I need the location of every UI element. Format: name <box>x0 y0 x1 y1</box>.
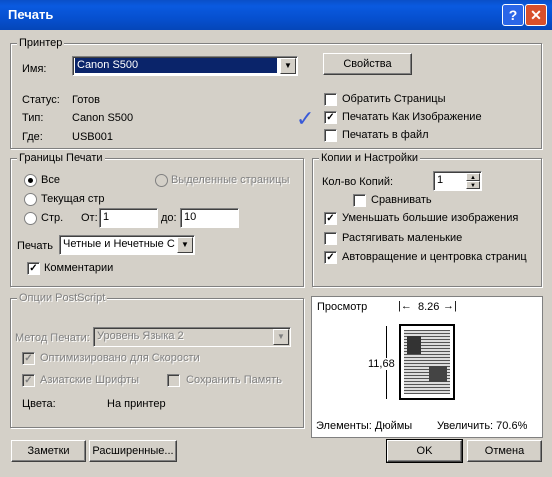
close-button[interactable]: ✕ <box>525 4 547 26</box>
preview-label: Просмотр <box>317 301 368 313</box>
copies-count-value: 1 <box>437 174 444 186</box>
range-current-radio[interactable] <box>24 193 37 206</box>
printer-name-label: Имя: <box>22 63 47 75</box>
status-value: Готов <box>72 94 100 106</box>
chevron-down-icon[interactable]: ▼ <box>177 237 193 253</box>
from-input[interactable]: 1 <box>99 208 158 228</box>
range-current-label: Текущая стр <box>41 193 105 205</box>
range-all-label: Все <box>41 174 60 186</box>
range-pages-radio[interactable] <box>24 212 37 225</box>
notes-button[interactable]: Заметки <box>11 440 86 462</box>
expand-small-label: Растягивать маленькие <box>342 232 463 244</box>
ok-button[interactable]: OK <box>386 439 463 463</box>
checkmark-annotation-icon: ✓ <box>296 106 315 131</box>
print-dialog: Печать ? ✕ Принтер Имя: Canon S500 ▼ Сво… <box>0 0 552 477</box>
auto-rotate-label: Автовращение и центровка страниц <box>342 251 527 263</box>
print-as-image-checkbox[interactable]: ✓ <box>324 111 337 124</box>
title-bar: Печать ? ✕ <box>0 0 552 30</box>
window-title: Печать <box>8 7 54 22</box>
printer-group-label: Принтер <box>17 37 65 49</box>
to-label: до: <box>161 212 177 224</box>
copies-count-spinner[interactable]: 1 ▲ ▼ <box>433 171 482 191</box>
collate-label: Сравнивать <box>371 194 432 206</box>
printer-name-select[interactable]: Canon S500 ▼ <box>72 56 298 76</box>
spin-down-icon[interactable]: ▼ <box>466 181 480 189</box>
expand-small-checkbox[interactable] <box>324 232 337 245</box>
preview-width-value: 8.26 <box>418 301 440 313</box>
range-pages-label: Стр. <box>41 212 64 224</box>
page-preview-thumbnail <box>399 324 455 400</box>
save-memory-checkbox[interactable] <box>167 374 180 387</box>
print-to-file-label: Печатать в файл <box>342 129 429 141</box>
range-selection-radio[interactable] <box>155 174 168 187</box>
optimize-speed-label: Оптимизировано для Скорости <box>40 352 200 364</box>
print-method-value: Уровень Языка 2 <box>97 330 184 342</box>
optimize-speed-checkbox[interactable]: ✓ <box>22 352 35 365</box>
printer-name-value: Canon S500 <box>75 58 277 73</box>
from-label: От: <box>81 212 98 224</box>
range-all-radio[interactable] <box>24 174 37 187</box>
save-memory-label: Сохранить Память <box>186 374 283 386</box>
page-photo-image <box>407 336 421 354</box>
cancel-button[interactable]: Отмена <box>467 440 542 462</box>
print-subset-label: Печать <box>17 240 54 252</box>
spin-up-icon[interactable]: ▲ <box>466 173 480 181</box>
where-value: USB001 <box>72 131 113 143</box>
print-as-image-label: Печатать Как Изображение <box>342 111 482 123</box>
print-range-group-label: Границы Печати <box>17 152 105 164</box>
properties-button[interactable]: Свойства <box>323 53 412 75</box>
auto-rotate-checkbox[interactable]: ✓ <box>324 251 337 264</box>
colors-value: На принтер <box>107 398 166 410</box>
asian-fonts-checkbox[interactable]: ✓ <box>22 374 35 387</box>
comments-label: Комментарии <box>44 262 114 274</box>
print-subset-value: Четные и Нечетные С <box>63 238 175 250</box>
status-label: Статус: <box>22 94 60 106</box>
reverse-pages-label: Обратить Страницы <box>342 93 446 105</box>
shrink-large-label: Уменьшать большие изображения <box>342 212 519 224</box>
postscript-group-label: Опции PostScript <box>17 292 108 304</box>
preview-height-value: 11,68 <box>368 358 395 370</box>
type-value: Canon S500 <box>72 112 134 124</box>
copies-count-label: Кол-во Копий: <box>322 176 394 188</box>
page-photo-image <box>429 366 447 382</box>
advanced-button[interactable]: Расширенные... <box>89 440 177 462</box>
copies-group-label: Копии и Настройки <box>319 152 420 164</box>
type-label: Тип: <box>22 112 44 124</box>
asian-fonts-label: Азиатские Шрифты <box>40 374 140 386</box>
comments-checkbox[interactable]: ✓ <box>27 262 40 275</box>
colors-label: Цвета: <box>22 398 56 410</box>
print-method-label: Метод Печати: <box>15 332 90 344</box>
help-button[interactable]: ? <box>502 4 524 26</box>
chevron-down-icon[interactable]: ▼ <box>273 329 289 345</box>
shrink-large-checkbox[interactable]: ✓ <box>324 212 337 225</box>
chevron-down-icon[interactable]: ▼ <box>280 58 296 74</box>
from-value: 1 <box>103 211 110 223</box>
print-method-select[interactable]: Уровень Языка 2 ▼ <box>93 327 291 347</box>
reverse-pages-checkbox[interactable] <box>324 93 337 106</box>
width-arrow-end-icon: →| <box>443 300 457 312</box>
preview-zoom: Увеличить: 70.6% <box>437 420 528 432</box>
width-arrow-icon: |← <box>398 300 412 312</box>
print-subset-select[interactable]: Четные и Нечетные С ▼ <box>59 235 195 255</box>
to-input[interactable]: 10 <box>180 208 239 228</box>
to-value: 10 <box>184 211 197 223</box>
range-selection-label: Выделенные страницы <box>171 174 290 186</box>
preview-units: Элементы: Дюймы <box>316 420 413 432</box>
collate-checkbox[interactable] <box>353 194 366 207</box>
print-to-file-checkbox[interactable] <box>324 129 337 142</box>
where-label: Где: <box>22 131 43 143</box>
